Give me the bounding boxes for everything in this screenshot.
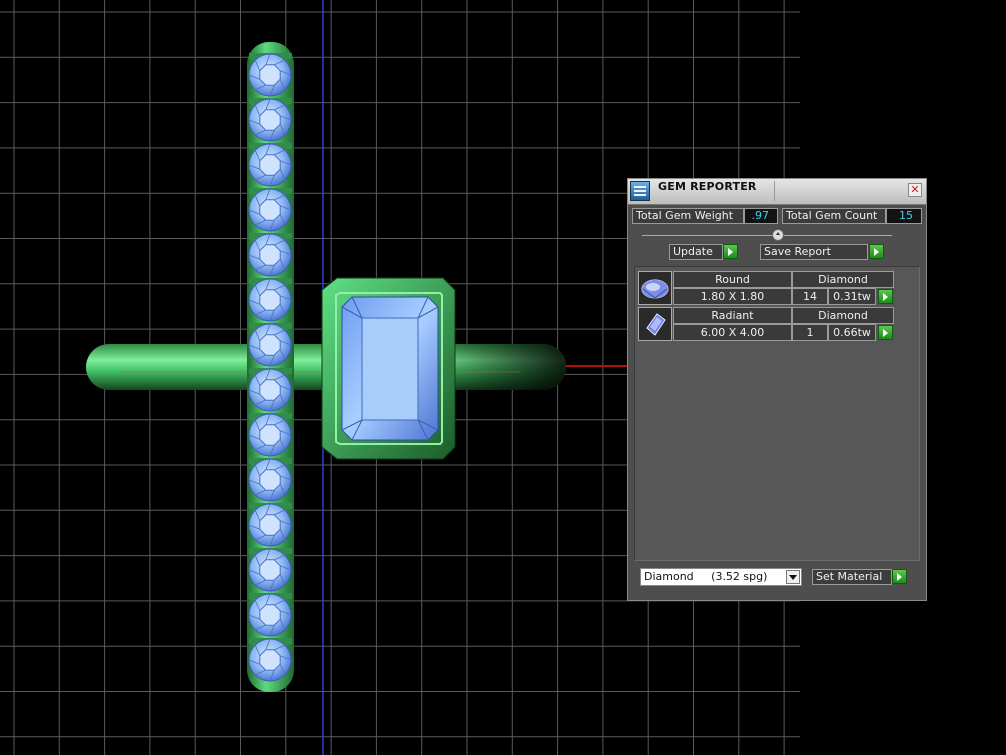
panel-titlebar[interactable]: GEM REPORTER ✕	[628, 179, 926, 205]
radiant-gem-icon	[638, 307, 672, 341]
gem-row[interactable]: Round Diamond 1.80 X 1.80 14 0.31tw	[638, 271, 898, 305]
save-report-button[interactable]: Save Report	[760, 244, 868, 260]
gem-reporter-panel: GEM REPORTER ✕ Total Gem Weight .97 Tota…	[627, 178, 927, 601]
gem-weight: 0.66tw	[828, 324, 876, 341]
close-icon[interactable]: ✕	[908, 183, 922, 197]
round-gem-icon	[638, 271, 672, 305]
gem-material: Diamond	[792, 307, 894, 324]
chevron-down-icon[interactable]	[786, 570, 800, 584]
total-gem-count-value: 15	[886, 208, 922, 224]
gem-size: 6.00 X 4.00	[673, 324, 792, 341]
gem-size: 1.80 X 1.80	[673, 288, 792, 305]
gem-row-go-icon[interactable]	[878, 289, 893, 304]
material-select-value: Diamond (3.52 spg)	[644, 570, 768, 583]
set-material-go-icon[interactable]	[892, 569, 907, 584]
gem-row-go-icon[interactable]	[878, 325, 893, 340]
set-material-button[interactable]: Set Material	[812, 569, 892, 585]
update-button[interactable]: Update	[669, 244, 723, 260]
title-divider	[774, 181, 775, 201]
gem-count: 1	[792, 324, 828, 341]
panel-splitter-handle[interactable]	[772, 229, 784, 241]
gem-weight: 0.31tw	[828, 288, 876, 305]
panel-title: GEM REPORTER	[658, 180, 757, 193]
total-gem-weight-label: Total Gem Weight	[632, 208, 744, 224]
gem-material: Diamond	[792, 271, 894, 288]
gem-row[interactable]: Radiant Diamond 6.00 X 4.00 1 0.66tw	[638, 307, 898, 341]
update-go-icon[interactable]	[723, 244, 738, 259]
gem-list: Round Diamond 1.80 X 1.80 14 0.31tw Radi…	[634, 266, 920, 561]
gem-reporter-icon	[630, 181, 650, 201]
total-gem-count-label: Total Gem Count	[782, 208, 886, 224]
material-select[interactable]: Diamond (3.52 spg)	[640, 568, 802, 586]
gem-shape: Round	[673, 271, 792, 288]
gem-shape: Radiant	[673, 307, 792, 324]
total-gem-weight-value: .97	[744, 208, 778, 224]
panel-splitter-track	[642, 235, 892, 236]
gem-count: 14	[792, 288, 828, 305]
center-stone	[321, 277, 456, 460]
save-report-go-icon[interactable]	[869, 244, 884, 259]
